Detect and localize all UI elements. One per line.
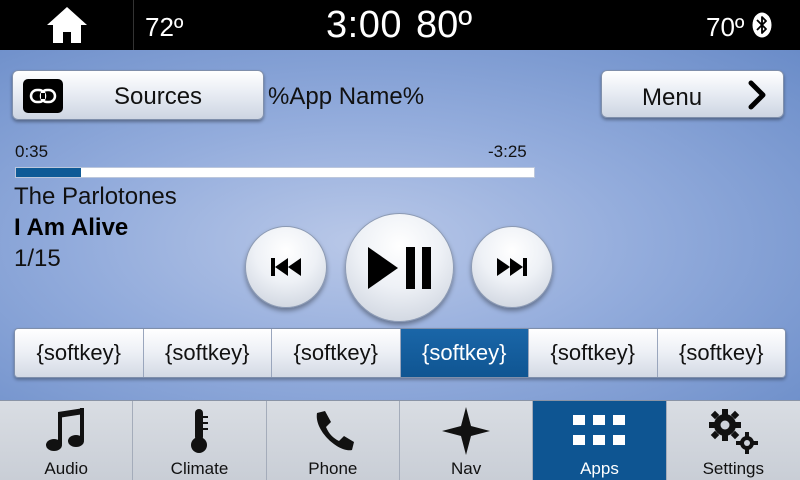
softkey-6[interactable]: {softkey} [657, 329, 785, 377]
app-name: %App Name% [268, 83, 425, 110]
softkey-bar: {softkey} {softkey} {softkey} {softkey} … [14, 328, 786, 378]
nav-apps[interactable]: Apps [533, 401, 667, 480]
nav-settings[interactable]: Settings [667, 401, 800, 480]
nav-nav-label: Nav [451, 459, 482, 478]
outside-temperature: 80º [416, 4, 473, 46]
phone-icon [316, 411, 354, 451]
nav-nav[interactable]: Nav [400, 401, 534, 480]
thermometer-icon [191, 409, 209, 453]
nav-settings-label: Settings [702, 459, 765, 478]
track-index: 1/15 [14, 245, 61, 272]
softkey-2[interactable]: {softkey} [143, 329, 272, 377]
home-button[interactable] [0, 0, 134, 50]
progress-fill [16, 168, 81, 177]
play-pause-button[interactable] [345, 213, 454, 322]
artist-name: The Parlotones [14, 183, 177, 210]
status-bar: 72º 3:00 80º 70º [0, 0, 800, 50]
apps-grid-icon [573, 415, 626, 445]
nav-apps-label: Apps [580, 459, 619, 478]
softkey-3[interactable]: {softkey} [272, 329, 401, 377]
chevron-right-icon [748, 80, 766, 110]
clock: 3:00 [326, 4, 402, 46]
music-note-icon [46, 408, 85, 451]
gears-icon [709, 409, 759, 454]
progress-bar[interactable] [15, 167, 535, 178]
remaining-time: -3:25 [488, 142, 527, 161]
softkey-1[interactable]: {softkey} [15, 329, 144, 377]
bluetooth-icon [752, 12, 772, 38]
play-pause-icon [367, 246, 431, 289]
skip-previous-icon [271, 258, 301, 276]
bottom-nav: Audio Climate Phone Nav Apps Settings [0, 400, 800, 480]
nav-phone[interactable]: Phone [267, 401, 400, 480]
softkey-4[interactable]: {softkey} [400, 329, 529, 377]
menu-label: Menu [642, 84, 703, 111]
nav-climate[interactable]: Climate [133, 401, 267, 480]
nav-audio-label: Audio [44, 459, 88, 478]
driver-temperature[interactable]: 72º [145, 12, 183, 43]
nav-audio[interactable]: Audio [0, 401, 134, 480]
nav-climate-label: Climate [170, 459, 229, 478]
home-icon [46, 7, 87, 43]
media-panel: Sources %App Name% Menu 0:35 -3:25 The P… [0, 50, 800, 400]
track-title: I Am Alive [14, 214, 129, 241]
softkey-5[interactable]: {softkey} [529, 329, 658, 377]
sources-label: Sources [114, 83, 203, 110]
elapsed-time: 0:35 [15, 142, 49, 161]
sources-button[interactable]: Sources [12, 70, 264, 120]
skip-next-icon [497, 258, 527, 276]
passenger-temperature[interactable]: 70º [706, 12, 744, 43]
compass-star-icon [442, 407, 491, 455]
menu-button[interactable]: Menu [601, 70, 784, 118]
link-icon [23, 79, 63, 113]
next-track-button[interactable] [471, 226, 553, 308]
nav-phone-label: Phone [308, 459, 358, 478]
previous-track-button[interactable] [245, 226, 327, 308]
